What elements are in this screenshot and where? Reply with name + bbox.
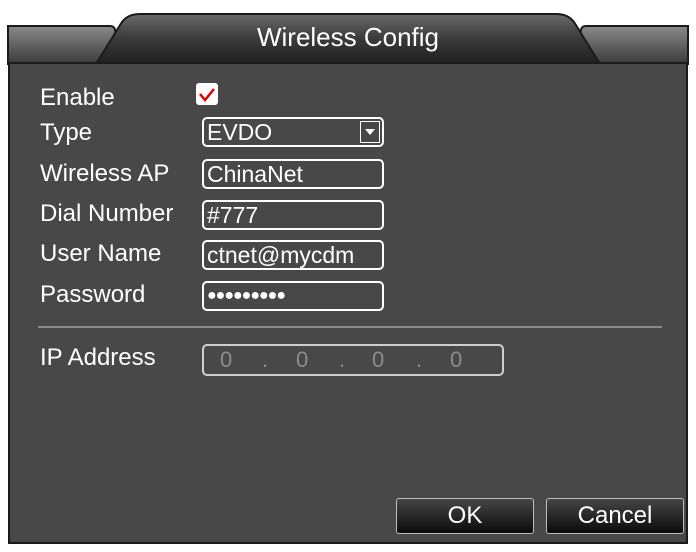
ip-octet-3: 0 [372,347,385,372]
enable-label: Enable [40,84,115,111]
ok-button[interactable]: OK [396,498,534,534]
ip-dot: . [339,347,346,372]
type-value: EVDO [207,119,273,145]
checkmark-icon [199,88,215,102]
wireless-ap-input[interactable]: ChinaNet [202,159,384,189]
chevron-down-icon [365,129,375,135]
enable-checkbox[interactable] [196,83,218,105]
cancel-button[interactable]: Cancel [546,498,684,534]
dial-number-input[interactable]: #777 [202,200,384,230]
password-label: Password [40,281,146,308]
dial-number-label: Dial Number [40,200,174,227]
ip-octet-4: 0 [450,347,463,372]
password-input[interactable]: ●●●●●●●●● [202,281,384,311]
type-label: Type [40,119,93,146]
wireless-config-dialog: Wireless Config Enable Type EVDO Wireles… [0,0,696,552]
ip-address-input[interactable]: 0 . 0 . 0 . 0 [202,344,504,376]
user-name-input[interactable]: ctnet@mycdm [202,240,384,270]
wireless-ap-label: Wireless AP [40,160,170,187]
ip-octet-2: 0 [296,347,309,372]
dialog-title: Wireless Config [256,22,440,52]
type-dropdown-button[interactable] [360,121,380,143]
user-name-label: User Name [40,240,162,267]
ip-dot: . [416,347,423,372]
ip-address-label: IP Address [40,344,156,371]
ip-octet-1: 0 [220,347,233,372]
ip-dot: . [262,347,269,372]
type-select[interactable]: EVDO [202,117,384,147]
section-divider [38,326,662,328]
